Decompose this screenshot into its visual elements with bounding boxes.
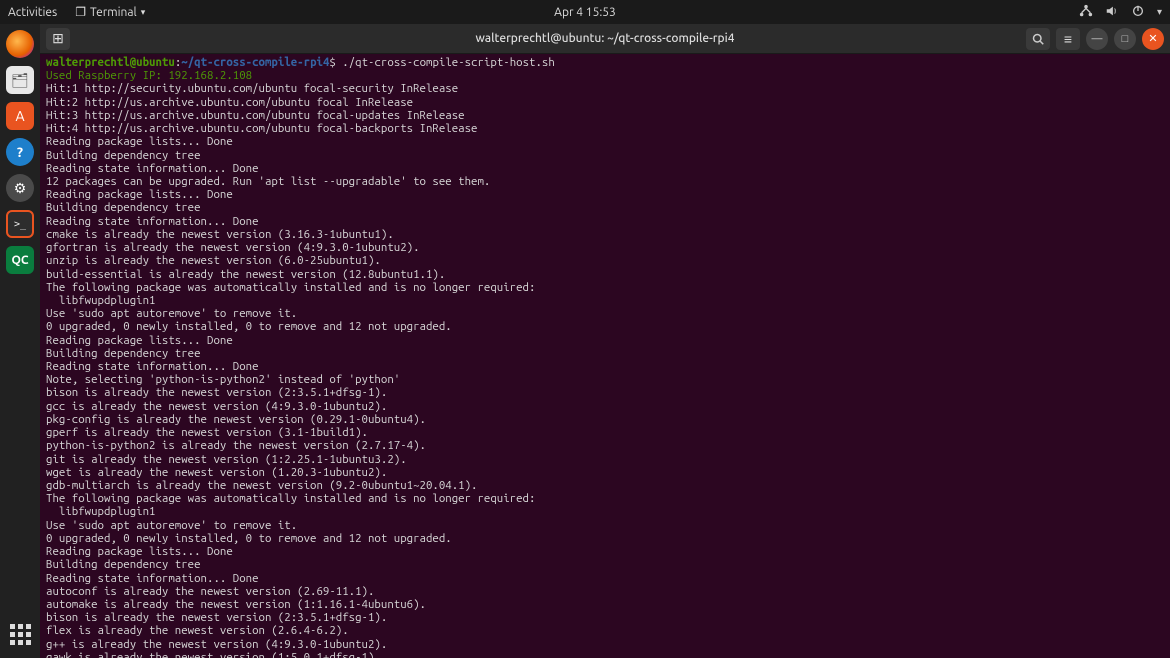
search-button[interactable] — [1026, 28, 1050, 50]
network-icon — [1079, 4, 1093, 21]
top-panel-left: Activities ❐ Terminal ▾ — [8, 5, 145, 19]
power-icon — [1131, 4, 1145, 21]
terminal-icon[interactable]: >_ — [6, 210, 34, 238]
firefox-icon[interactable] — [6, 30, 34, 58]
software-icon[interactable]: A — [6, 102, 34, 130]
output-green: Used Raspberry IP: 192.168.2.108 — [46, 69, 252, 82]
app-menu[interactable]: ❐ Terminal ▾ — [75, 5, 145, 19]
maximize-button[interactable]: □ — [1114, 28, 1136, 50]
close-button[interactable]: ✕ — [1142, 28, 1164, 50]
qtcreator-icon[interactable]: QC — [6, 246, 34, 274]
show-apps-icon[interactable] — [6, 620, 34, 648]
activities-button[interactable]: Activities — [8, 6, 57, 19]
top-panel: Activities ❐ Terminal ▾ Apr 4 15:53 ▾ — [0, 0, 1170, 24]
prompt-path: ~/qt-cross-compile-rpi4 — [181, 56, 329, 69]
prompt-dollar: $ — [329, 56, 335, 69]
system-tray[interactable]: ▾ — [1079, 4, 1162, 21]
minimize-button[interactable]: — — [1086, 28, 1108, 50]
terminal-output[interactable]: walterprechtl@ubuntu:~/qt-cross-compile-… — [40, 54, 1170, 658]
volume-icon — [1105, 4, 1119, 21]
prompt-user: walterprechtl@ubuntu — [46, 56, 175, 69]
settings-icon[interactable]: ⚙ — [6, 174, 34, 202]
terminal-icon: ❐ — [75, 5, 86, 19]
help-icon[interactable]: ? — [6, 138, 34, 166]
files-icon[interactable]: 🗂 — [6, 66, 34, 94]
window-title: walterprechtl@ubuntu: ~/qt-cross-compile… — [476, 32, 735, 45]
new-tab-button[interactable]: ⊞ — [46, 28, 70, 50]
prompt-command: ./qt-cross-compile-script-host.sh — [342, 56, 555, 69]
chevron-down-icon: ▾ — [141, 7, 146, 18]
dock: 🗂 A ? ⚙ >_ QC — [0, 24, 40, 658]
chevron-down-icon: ▾ — [1157, 6, 1162, 18]
window-titlebar: ⊞ walterprechtl@ubuntu: ~/qt-cross-compi… — [40, 24, 1170, 54]
menu-button[interactable]: ≡ — [1056, 28, 1080, 50]
output-lines: Hit:1 http://security.ubuntu.com/ubuntu … — [46, 82, 535, 658]
app-menu-label: Terminal — [90, 6, 137, 19]
clock[interactable]: Apr 4 15:53 — [554, 6, 616, 19]
